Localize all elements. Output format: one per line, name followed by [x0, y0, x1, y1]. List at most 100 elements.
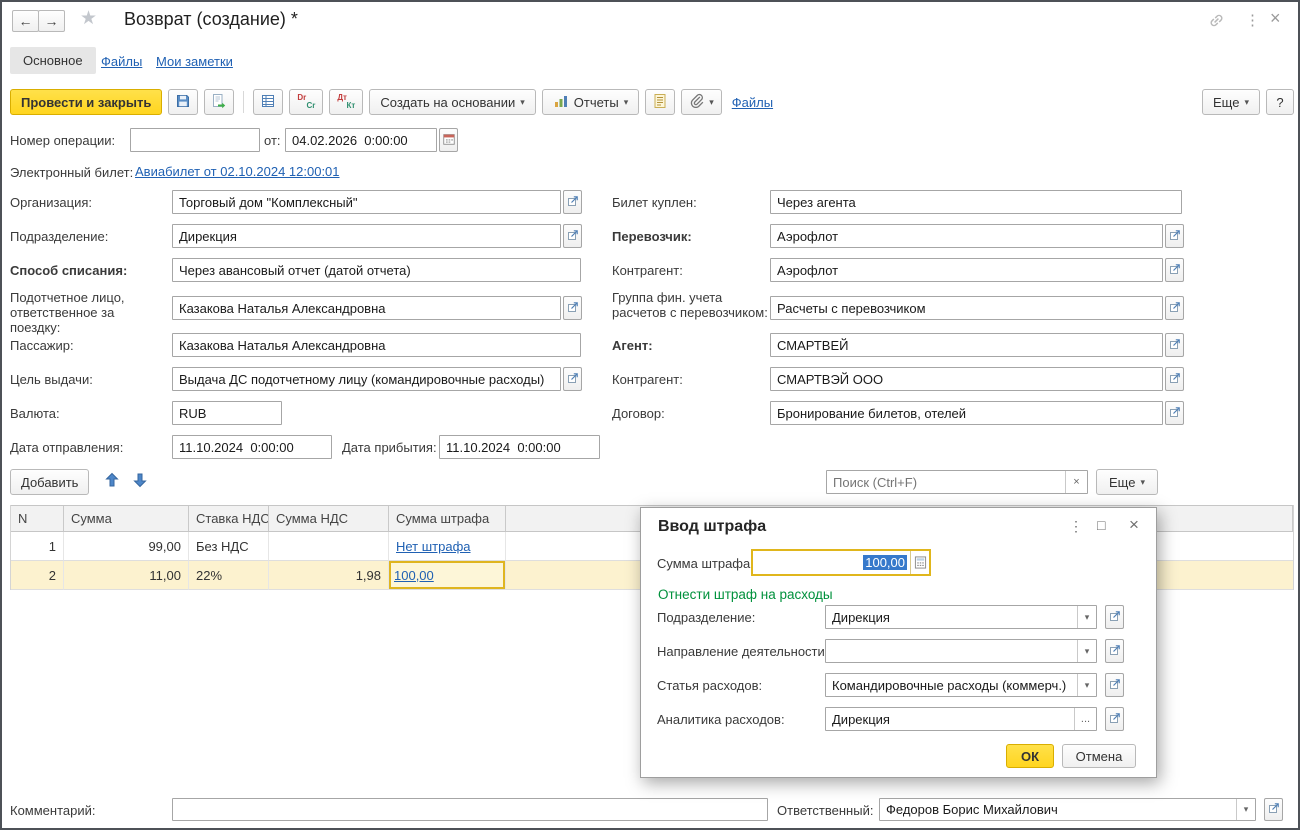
cell-vat-sum[interactable]: 1,98	[269, 561, 389, 590]
comment-input[interactable]	[173, 799, 767, 820]
get-link-icon[interactable]	[1208, 12, 1225, 32]
calendar-button[interactable]	[439, 128, 458, 152]
cell-sum[interactable]: 99,00	[64, 532, 189, 561]
cell-n[interactable]: 1	[11, 532, 64, 561]
arrival-date-input[interactable]	[440, 436, 599, 458]
choose-dots-icon[interactable]: ...	[1074, 708, 1096, 730]
agent-input[interactable]	[771, 334, 1162, 356]
currency-input[interactable]	[173, 402, 281, 424]
registers-button[interactable]	[253, 89, 284, 115]
contract-open-button[interactable]	[1165, 401, 1184, 425]
from-date-input[interactable]	[286, 129, 436, 151]
operation-number-input[interactable]	[131, 129, 259, 151]
tab-files[interactable]: Файлы	[101, 54, 142, 69]
accountable-person-input[interactable]	[173, 297, 560, 319]
responsible-open-button[interactable]	[1264, 798, 1283, 821]
dropdown-caret-icon[interactable]: ▾	[1077, 640, 1096, 662]
organization-input[interactable]	[173, 191, 560, 213]
reports-button[interactable]: Отчеты ▾	[541, 89, 640, 115]
cell-n[interactable]: 2	[11, 561, 64, 590]
fin-group-input[interactable]	[771, 297, 1162, 319]
eticket-label: Электронный билет:	[10, 165, 134, 180]
add-row-button[interactable]: Добавить	[10, 469, 90, 495]
agent-counterparty-open-button[interactable]	[1165, 367, 1184, 391]
post-document-button[interactable]	[204, 89, 235, 115]
cell-penalty[interactable]: Нет штрафа	[389, 532, 506, 561]
move-row-up-button[interactable]	[104, 472, 120, 491]
responsible-input[interactable]	[880, 799, 1236, 820]
cell-vat-sum[interactable]	[269, 532, 389, 561]
organization-open-button[interactable]	[563, 190, 582, 214]
forward-button[interactable]: →	[38, 10, 65, 32]
more-button[interactable]: Еще ▾	[1202, 89, 1260, 115]
dialog-menu-icon[interactable]: ⋮	[1069, 518, 1083, 535]
column-header-penalty[interactable]: Сумма штрафа	[389, 506, 506, 531]
move-row-down-button[interactable]	[132, 472, 148, 491]
open-arrow-icon	[1109, 644, 1121, 659]
agent-open-button[interactable]	[1165, 333, 1184, 357]
clear-search-icon[interactable]: ×	[1065, 471, 1087, 493]
column-header-vat-rate[interactable]: Ставка НДС	[189, 506, 269, 531]
eticket-link[interactable]: Авиабилет от 02.10.2024 12:00:01	[135, 164, 340, 179]
attachments-button[interactable]: ▾	[681, 89, 722, 115]
tab-notes[interactable]: Мои заметки	[156, 54, 233, 69]
calculator-icon[interactable]	[910, 551, 929, 574]
back-button[interactable]: ←	[12, 10, 39, 32]
penalty-amount-link[interactable]: 100,00	[394, 568, 434, 583]
dropdown-caret-icon[interactable]: ▾	[1236, 799, 1255, 820]
department-input[interactable]	[173, 225, 560, 247]
fin-group-open-button[interactable]	[1165, 296, 1184, 320]
dialog-department-input[interactable]	[826, 606, 1077, 628]
ok-button[interactable]: ОК	[1006, 744, 1054, 768]
close-window-icon[interactable]: ×	[1270, 8, 1281, 29]
dialog-analytics-open-button[interactable]	[1105, 707, 1124, 731]
create-based-on-button[interactable]: Создать на основании ▾	[369, 89, 536, 115]
ticket-bought-input[interactable]	[771, 191, 1181, 213]
carrier-counterparty-open-button[interactable]	[1165, 258, 1184, 282]
cell-vat-rate[interactable]: 22%	[189, 561, 269, 590]
post-and-close-button[interactable]: Провести и закрыть	[10, 89, 163, 115]
passenger-input[interactable]	[173, 334, 580, 356]
departure-date-input[interactable]	[173, 436, 331, 458]
search-input[interactable]	[827, 471, 1065, 493]
dialog-activity-input[interactable]	[826, 640, 1077, 662]
print-document-button[interactable]	[645, 89, 676, 115]
favorite-star-icon[interactable]: ★	[80, 7, 97, 30]
save-button[interactable]	[168, 89, 199, 115]
drcr-entries-button[interactable]: Dr Cr	[289, 89, 324, 115]
dtkt-entries-button[interactable]: Дт Кт	[329, 89, 364, 115]
agent-counterparty-input[interactable]	[771, 368, 1162, 390]
window-menu-icon[interactable]: ⋮	[1245, 11, 1260, 29]
carrier-open-button[interactable]	[1165, 224, 1184, 248]
carrier-input[interactable]	[771, 225, 1162, 247]
dialog-expense-item-input[interactable]	[826, 674, 1077, 696]
files-link[interactable]: Файлы	[732, 95, 773, 110]
carrier-counterparty-input[interactable]	[771, 259, 1162, 281]
penalty-amount-field[interactable]: 100,00	[751, 549, 931, 576]
no-penalty-link[interactable]: Нет штрафа	[396, 539, 471, 554]
issue-purpose-open-button[interactable]	[563, 367, 582, 391]
cell-sum[interactable]: 11,00	[64, 561, 189, 590]
dialog-department-open-button[interactable]	[1105, 605, 1124, 629]
dialog-close-icon[interactable]: ×	[1129, 515, 1139, 535]
dropdown-caret-icon[interactable]: ▾	[1077, 674, 1096, 696]
table-more-button[interactable]: Еще ▾	[1096, 469, 1158, 495]
dialog-expense-item-open-button[interactable]	[1105, 673, 1124, 697]
cell-vat-rate[interactable]: Без НДС	[189, 532, 269, 561]
contract-input[interactable]	[771, 402, 1162, 424]
department-open-button[interactable]	[563, 224, 582, 248]
tab-main[interactable]: Основное	[10, 47, 96, 74]
cell-penalty-selected[interactable]: 100,00	[389, 561, 506, 590]
accountable-person-open-button[interactable]	[563, 296, 582, 320]
dialog-analytics-input[interactable]	[826, 708, 1074, 730]
issue-purpose-input[interactable]	[173, 368, 560, 390]
column-header-sum[interactable]: Сумма	[64, 506, 189, 531]
column-header-vat-sum[interactable]: Сумма НДС	[269, 506, 389, 531]
writeoff-method-input[interactable]	[173, 259, 580, 281]
dialog-activity-open-button[interactable]	[1105, 639, 1124, 663]
maximize-icon[interactable]: □	[1097, 517, 1105, 533]
help-button[interactable]: ?	[1266, 89, 1294, 115]
cancel-button[interactable]: Отмена	[1062, 744, 1136, 768]
column-header-n[interactable]: N	[11, 506, 64, 531]
dropdown-caret-icon[interactable]: ▾	[1077, 606, 1096, 628]
